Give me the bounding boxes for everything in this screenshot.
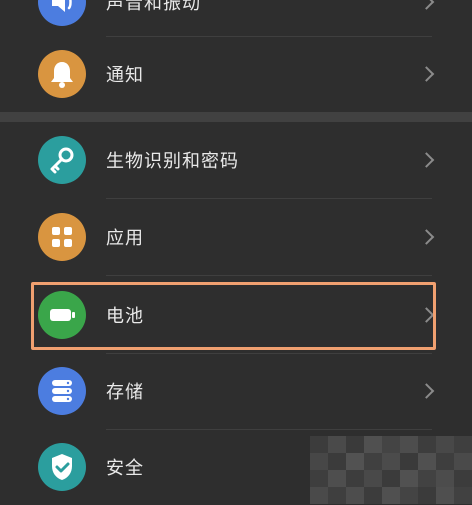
key-icon xyxy=(38,136,86,184)
volume-icon xyxy=(38,0,86,26)
settings-item-label: 存储 xyxy=(106,382,144,403)
settings-item-sound[interactable]: 声音和振动 xyxy=(0,0,472,40)
settings-item-label: 安全 xyxy=(106,458,144,479)
chevron-right-icon xyxy=(418,0,435,10)
chevron-right-icon xyxy=(418,383,435,399)
settings-item-label: 通知 xyxy=(106,65,144,86)
settings-item-biometrics-password[interactable]: 生物识别和密码 xyxy=(0,122,472,198)
divider xyxy=(106,275,432,276)
apps-grid-icon xyxy=(38,213,86,261)
settings-item-label: 应用 xyxy=(106,228,144,249)
settings-item-label: 生物识别和密码 xyxy=(106,151,239,172)
shield-check-icon xyxy=(38,443,86,491)
storage-icon xyxy=(38,367,86,415)
highlight-box xyxy=(31,282,436,350)
chevron-right-icon xyxy=(418,229,435,245)
bell-icon xyxy=(38,50,86,98)
settings-item-apps[interactable]: 应用 xyxy=(0,199,472,275)
chevron-right-icon xyxy=(418,152,435,168)
group-separator xyxy=(0,112,472,122)
settings-item-notifications[interactable]: 通知 xyxy=(0,36,472,112)
settings-item-label: 声音和振动 xyxy=(106,0,201,14)
settings-item-storage[interactable]: 存储 xyxy=(0,353,472,429)
mosaic-watermark xyxy=(310,436,472,504)
chevron-right-icon xyxy=(418,66,435,82)
